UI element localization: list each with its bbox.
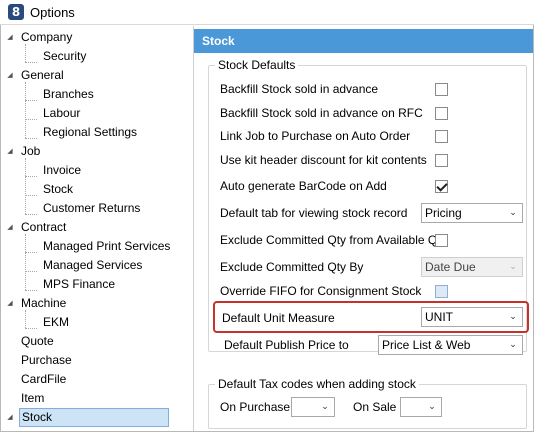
expanded-arrow-icon[interactable]: ◢ <box>5 408 15 427</box>
default-tab-select[interactable]: Pricing ⌄ <box>421 203 523 223</box>
tree-item-label: Stock <box>19 408 169 427</box>
titlebar: 8 Options <box>0 0 534 25</box>
select-value: Date Due <box>425 260 476 274</box>
override-fifo-checkbox[interactable] <box>435 285 448 298</box>
tree-item-label: Labour <box>43 106 81 120</box>
tree-item-label: Stock <box>43 182 74 196</box>
expanded-arrow-icon[interactable]: ◢ <box>5 142 15 161</box>
chevron-down-icon: ⌄ <box>509 312 517 322</box>
tree-item-label: Branches <box>43 87 94 101</box>
tree-item-label: Invoice <box>43 163 82 177</box>
select-value: Price List & Web <box>382 338 471 352</box>
tree-item-label: General <box>21 68 64 82</box>
tree-item-label: Machine <box>21 296 67 310</box>
group-title: Stock Defaults <box>215 58 299 72</box>
select-value: UNIT <box>425 310 453 324</box>
exclude-committed-by-label: Exclude Committed Qty By <box>220 260 364 274</box>
tree-item-label: Customer Returns <box>43 201 141 215</box>
expanded-arrow-icon[interactable]: ◢ <box>5 218 15 237</box>
on-purchase-select[interactable]: ⌄ <box>291 397 335 417</box>
on-sale-select[interactable]: ⌄ <box>400 397 442 417</box>
stock-options-panel: Stock Stock Defaults Backfill Stock sold… <box>193 26 533 431</box>
link-job-checkbox[interactable] <box>435 130 448 143</box>
tree-item-label: EKM <box>43 315 70 329</box>
tree-item-label: CardFile <box>21 372 67 386</box>
tree-item-label: Managed Services <box>43 258 143 272</box>
backfill-advance-label: Backfill Stock sold in advance <box>220 82 379 96</box>
chevron-down-icon: ⌄ <box>428 402 436 412</box>
chevron-down-icon: ⌄ <box>509 262 517 272</box>
on-sale-label: On Sale <box>353 400 397 414</box>
backfill-rfc-checkbox[interactable] <box>435 107 448 120</box>
tree-item-label: Company <box>21 30 73 44</box>
default-publish-select[interactable]: Price List & Web ⌄ <box>378 335 523 355</box>
select-value: Pricing <box>425 206 462 220</box>
default-publish-label: Default Publish Price to <box>224 338 349 352</box>
tree-item-label: Purchase <box>21 353 72 367</box>
default-unit-select[interactable]: UNIT ⌄ <box>421 307 523 327</box>
chevron-down-icon: ⌄ <box>509 208 517 218</box>
app-logo-icon: 8 <box>8 4 24 20</box>
chevron-down-icon: ⌄ <box>321 402 329 412</box>
auto-barcode-label: Auto generate BarCode on Add <box>220 179 387 193</box>
tree-item-stock[interactable]: ◢ Stock <box>1 408 169 427</box>
backfill-rfc-label: Backfill Stock sold in advance on RFC <box>220 106 423 120</box>
tree-item-label: Regional Settings <box>43 125 138 139</box>
exclude-committed-by-select[interactable]: Date Due ⌄ <box>421 257 523 277</box>
exclude-committed-checkbox[interactable] <box>435 234 448 247</box>
tree-item-label: MPS Finance <box>43 277 116 291</box>
tree-item-label: Contract <box>21 220 67 234</box>
tree-item-label: Item <box>21 391 45 405</box>
on-purchase-label: On Purchase <box>220 400 291 414</box>
options-tree: ◢ Company Security ◢ General Branches La… <box>1 26 191 431</box>
exclude-committed-label: Exclude Committed Qty from Available Qty <box>220 233 447 247</box>
kit-discount-label: Use kit header discount for kit contents <box>220 153 427 167</box>
backfill-advance-checkbox[interactable] <box>435 83 448 96</box>
tree-item-label: Managed Print Services <box>43 239 171 253</box>
window-title: Options <box>30 4 75 20</box>
panel-header: Stock <box>194 29 533 53</box>
default-tab-label: Default tab for viewing stock record <box>220 206 408 220</box>
expanded-arrow-icon[interactable]: ◢ <box>5 28 15 47</box>
auto-barcode-checkbox[interactable] <box>435 180 448 193</box>
tree-item-label: Job <box>21 144 41 158</box>
tree-item-label: Quote <box>21 334 54 348</box>
link-job-label: Link Job to Purchase on Auto Order <box>220 129 411 143</box>
tree-item-label: Security <box>43 49 87 63</box>
default-unit-label: Default Unit Measure <box>222 311 335 325</box>
group-title: Default Tax codes when adding stock <box>215 377 419 391</box>
override-fifo-label: Override FIFO for Consignment Stock <box>220 284 422 298</box>
kit-discount-checkbox[interactable] <box>435 154 448 167</box>
expanded-arrow-icon[interactable]: ◢ <box>5 66 15 85</box>
expanded-arrow-icon[interactable]: ◢ <box>5 294 15 313</box>
chevron-down-icon: ⌄ <box>509 340 517 350</box>
